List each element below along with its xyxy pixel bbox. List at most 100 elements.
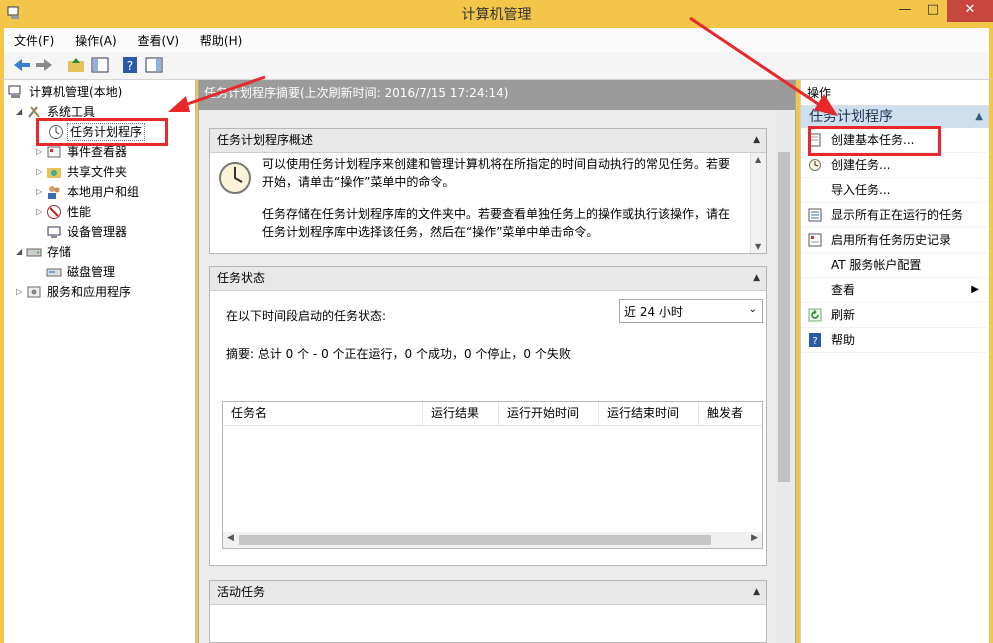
center-vscrollbar[interactable] — [775, 110, 793, 643]
action-import-task[interactable]: 导入任务... — [801, 178, 989, 203]
help-icon[interactable]: ? — [120, 56, 140, 74]
refresh-icon — [808, 308, 822, 322]
menu-action[interactable]: 操作(A) — [65, 28, 124, 49]
computer-icon — [8, 85, 21, 98]
clock-icon — [49, 125, 63, 139]
tree-item-disk-management[interactable]: 磁盘管理 — [46, 263, 117, 281]
table-hscrollbar[interactable]: ◀ ▶ — [223, 532, 762, 548]
storage-icon — [26, 248, 42, 257]
tree-item-task-scheduler[interactable]: 任务计划程序 — [48, 123, 146, 141]
column-run-result[interactable]: 运行结果 — [423, 402, 499, 426]
active-tasks-section: 活动任务 ▲ — [209, 580, 767, 643]
task-status-section: 任务状态 ▲ 在以下时间段启动的任务状态: 近 24 小时 ⌄ 摘要: 总计 0 个… — [209, 266, 767, 566]
period-label: 在以下时间段启动的任务状态: — [226, 309, 387, 323]
menu-help[interactable]: 帮助(H) — [190, 28, 249, 49]
running-tasks-icon — [808, 208, 822, 222]
shared-folder-icon — [47, 168, 61, 178]
collapse-up-icon[interactable]: ▲ — [753, 129, 760, 152]
chevron-down-icon: ⌄ — [748, 304, 757, 315]
scroll-down-icon[interactable]: ▼ — [755, 242, 761, 251]
svg-text:?: ? — [127, 59, 133, 73]
column-run-start[interactable]: 运行开始时间 — [499, 402, 599, 426]
overview-paragraph-1: 可以使用任务计划程序来创建和管理计算机将在所指定的时间自动执行的常见任务。若要 … — [262, 157, 731, 189]
create-task-icon — [809, 159, 821, 171]
services-icon — [27, 286, 41, 298]
overview-header[interactable]: 任务计划程序概述 ▲ — [210, 129, 766, 153]
action-create-task[interactable]: 创建任务... — [801, 153, 989, 178]
overview-scrollbar[interactable]: ▲ ▼ — [750, 153, 766, 253]
column-run-end[interactable]: 运行结束时间 — [599, 402, 699, 426]
tree-item-local-users[interactable]: ▷ 本地用户和组 — [36, 183, 141, 201]
svg-text:?: ? — [812, 336, 817, 347]
column-triggered-by[interactable]: 触发者 — [699, 402, 762, 426]
up-folder-icon[interactable] — [66, 56, 86, 74]
close-button[interactable]: ✕ — [947, 0, 993, 22]
create-basic-task-icon — [808, 133, 821, 147]
collapse-arrow-icon[interactable]: ◢ — [16, 103, 26, 121]
tree-item-performance[interactable]: ▷ 性能 — [36, 203, 93, 221]
active-tasks-header[interactable]: 活动任务 ▲ — [210, 581, 766, 605]
tree-item-computer-management[interactable]: 计算机管理(本地) — [8, 83, 124, 101]
scroll-right-icon[interactable]: ▶ — [751, 533, 758, 543]
help-icon: ? — [809, 333, 821, 347]
column-task-name[interactable]: 任务名 — [223, 402, 423, 426]
toolbar: ? — [0, 52, 993, 80]
tree-item-shared-folders[interactable]: ▷ 共享文件夹 — [36, 163, 129, 181]
minimize-button[interactable]: — — [891, 0, 919, 22]
disk-icon — [46, 268, 62, 277]
expand-arrow-icon[interactable]: ▷ — [36, 143, 46, 161]
collapse-arrow-icon[interactable]: ◢ — [16, 243, 26, 261]
tree-item-system-tools[interactable]: ◢ 系统工具 — [16, 103, 97, 121]
menu-bar: 文件(F) 操作(A) 查看(V) 帮助(H) — [0, 28, 993, 52]
task-status-header[interactable]: 任务状态 ▲ — [210, 267, 766, 291]
title-bar: 计算机管理 — □ ✕ — [0, 0, 993, 28]
vscroll-thumb[interactable] — [778, 152, 790, 482]
show-hide-action-pane-icon[interactable] — [144, 56, 164, 74]
action-enable-task-history[interactable]: 启用所有任务历史记录 — [801, 228, 989, 253]
device-manager-icon — [47, 226, 61, 238]
tree-item-services-apps[interactable]: ▷ 服务和应用程序 — [16, 283, 133, 301]
actions-header: 操作 — [801, 80, 989, 106]
table-header: 任务名 运行结果 运行开始时间 运行结束时间 触发者 — [223, 402, 762, 426]
tree-item-device-manager[interactable]: 设备管理器 — [46, 223, 129, 241]
clock-icon — [219, 162, 251, 194]
back-arrow-icon[interactable] — [12, 56, 32, 74]
forward-arrow-icon[interactable] — [34, 56, 54, 74]
expand-arrow-icon[interactable]: ▷ — [36, 183, 46, 201]
scroll-left-icon[interactable]: ◀ — [227, 533, 234, 543]
task-history-icon — [808, 233, 822, 247]
submenu-arrow-icon: ▶ — [971, 284, 979, 295]
action-create-basic-task[interactable]: 创建基本任务... — [801, 128, 989, 153]
overview-paragraph-2: 任务存储在任务计划程序库的文件夹中。若要查看单独任务上的操作或执行该操作，请在 … — [262, 207, 731, 239]
action-at-service-account[interactable]: AT 服务帐户配置 — [801, 253, 989, 278]
actions-pane: 操作 任务计划程序 ▲ 创建基本任务... 创建任务... 导入任务... 显示所… — [800, 80, 989, 643]
tree-item-event-viewer[interactable]: ▷ 事件查看器 — [36, 143, 129, 161]
show-hide-tree-icon[interactable] — [90, 56, 110, 74]
event-viewer-icon — [47, 146, 61, 158]
navigation-tree: 计算机管理(本地) ◢ 系统工具 任务计划程序 ▷ 事件查看器 ▷ 共享文件夹 ▷ 本地… — [4, 80, 196, 643]
collapse-up-icon[interactable]: ▲ — [753, 267, 760, 290]
action-show-running-tasks[interactable]: 显示所有正在运行的任务 — [801, 203, 989, 228]
tree-item-storage[interactable]: ◢ 存储 — [16, 243, 73, 261]
scroll-up-icon[interactable]: ▲ — [755, 155, 761, 164]
hscroll-thumb[interactable] — [239, 535, 711, 545]
collapse-up-icon[interactable]: ▲ — [975, 106, 983, 128]
actions-section-task-scheduler[interactable]: 任务计划程序 ▲ — [801, 106, 989, 128]
expand-arrow-icon[interactable]: ▷ — [36, 163, 46, 181]
tools-icon — [28, 106, 40, 118]
users-icon — [48, 186, 60, 199]
collapse-up-icon[interactable]: ▲ — [753, 581, 760, 604]
maximize-button[interactable]: □ — [919, 0, 947, 22]
menu-view[interactable]: 查看(V) — [128, 28, 187, 49]
expand-arrow-icon[interactable]: ▷ — [16, 283, 26, 301]
center-pane: 任务计划程序摘要(上次刷新时间: 2016/7/15 17:24:14) 任务计… — [198, 80, 796, 643]
task-status-table: 任务名 运行结果 运行开始时间 运行结束时间 触发者 ◀ ▶ — [222, 401, 763, 549]
action-help[interactable]: ? 帮助 — [801, 328, 989, 353]
expand-arrow-icon[interactable]: ▷ — [36, 203, 46, 221]
menu-file[interactable]: 文件(F) — [4, 28, 61, 49]
performance-icon — [47, 205, 61, 219]
action-view[interactable]: 查看 ▶ — [801, 278, 989, 303]
status-summary: 摘要: 总计 0 个 - 0 个正在运行，0 个成功，0 个停止，0 个失败 — [226, 347, 571, 361]
action-refresh[interactable]: 刷新 — [801, 303, 989, 328]
period-dropdown[interactable]: 近 24 小时 ⌄ — [619, 299, 763, 323]
